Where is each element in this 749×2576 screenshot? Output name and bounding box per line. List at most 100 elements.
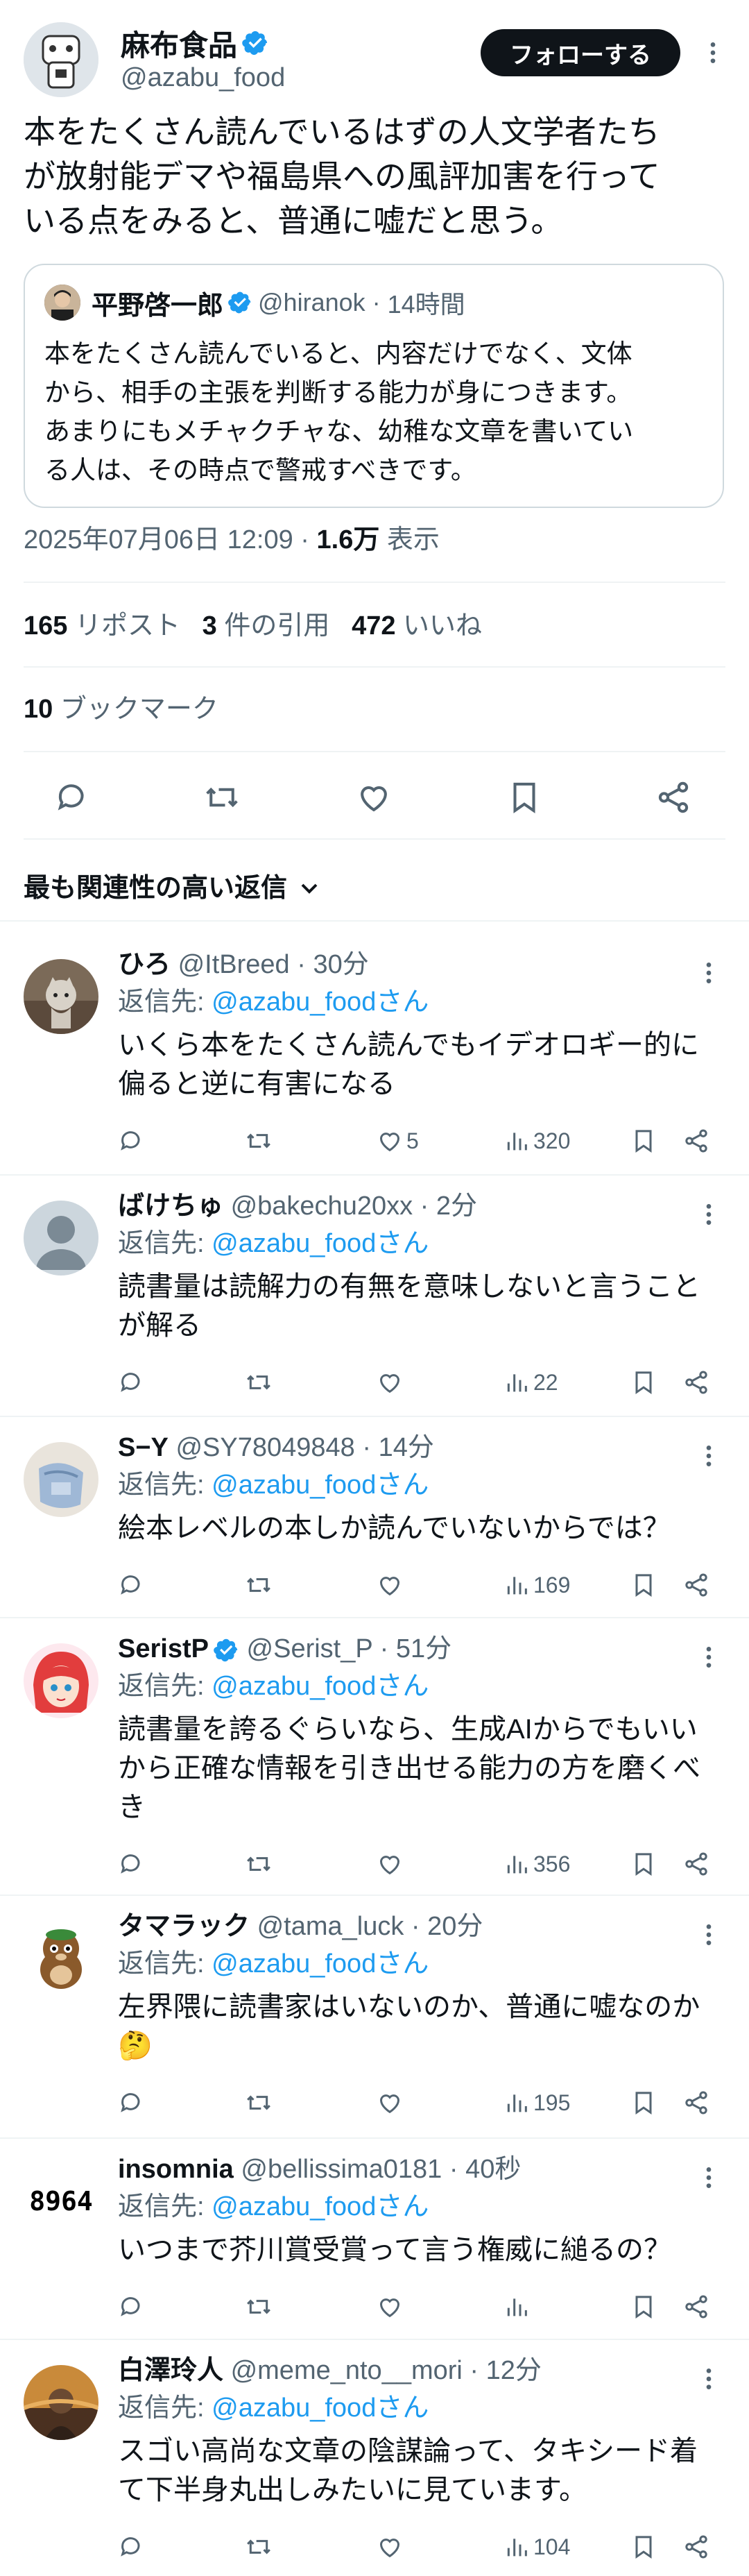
reply-author-name[interactable]: SeristP	[118, 1634, 209, 1663]
reply-avatar[interactable]	[24, 1201, 98, 1276]
reply-author-handle[interactable]: @ItBreed	[178, 950, 290, 979]
views-button[interactable]: 169	[503, 1564, 570, 1606]
reply-author-name[interactable]: 白澤玲人	[118, 2356, 223, 2385]
reply-author-handle[interactable]: @Serist_P	[247, 1634, 373, 1663]
like-button[interactable]	[376, 2082, 406, 2124]
author-handle[interactable]: @azabu_food	[121, 61, 285, 94]
more-options-icon[interactable]	[695, 1921, 723, 1949]
reply-author-handle[interactable]: @SY78049848	[175, 1433, 354, 1462]
reply-to-mention[interactable]: @azabu_foodさん	[212, 1229, 429, 1258]
repost-button[interactable]	[245, 1120, 273, 1162]
bookmarks-stat[interactable]: 10 ブックマーク	[24, 691, 218, 727]
more-options-icon[interactable]	[699, 39, 727, 67]
bookmark-button[interactable]	[630, 1120, 657, 1162]
views-button[interactable]: 195	[503, 2082, 570, 2124]
reply-author-handle[interactable]: @meme_nto__mori	[231, 2356, 463, 2385]
more-options-icon[interactable]	[695, 1442, 723, 1470]
reply-to-mention[interactable]: @azabu_foodさん	[212, 2192, 429, 2221]
like-button[interactable]	[376, 1843, 406, 1885]
reply-author-name[interactable]: S−Y	[118, 1433, 169, 1462]
share-button[interactable]	[682, 2526, 710, 2568]
reply-button[interactable]	[118, 1564, 146, 1606]
reply-button[interactable]	[118, 2082, 146, 2124]
like-icon[interactable]	[355, 779, 393, 816]
more-options-icon[interactable]	[695, 959, 723, 987]
repost-button[interactable]	[245, 2286, 273, 2328]
repost-button[interactable]	[245, 1564, 273, 1606]
reposts-stat[interactable]: 165 リポスト	[24, 611, 180, 641]
reply-author-name[interactable]: タマラック	[118, 1912, 250, 1941]
views-button[interactable]: 22	[503, 1362, 558, 1403]
reply-button[interactable]	[118, 2286, 146, 2328]
likes-stat[interactable]: 472 いいね	[352, 611, 482, 641]
reply-avatar[interactable]	[24, 959, 98, 1034]
reply-avatar[interactable]: 8964	[24, 2164, 98, 2239]
views-button[interactable]	[503, 2286, 533, 2328]
reply-to-mention[interactable]: @azabu_foodさん	[212, 1471, 429, 1500]
reply-author-handle[interactable]: @tama_luck	[257, 1912, 404, 1941]
reply-time[interactable]: 14分	[379, 1433, 434, 1462]
follow-button[interactable]: フォローする	[481, 29, 680, 76]
reply-time[interactable]: 12分	[486, 2356, 542, 2385]
repost-button[interactable]	[245, 1362, 273, 1403]
quotes-stat[interactable]: 3 件の引用	[203, 611, 330, 641]
share-button[interactable]	[682, 2286, 710, 2328]
reply-to-mention[interactable]: @azabu_foodさん	[212, 988, 429, 1017]
reply-sort-dropdown[interactable]: 最も関連性の高い返信	[24, 870, 323, 906]
like-button[interactable]	[376, 1362, 406, 1403]
author-avatar[interactable]	[24, 22, 98, 97]
reply-time[interactable]: 2分	[436, 1192, 477, 1221]
reply-icon[interactable]	[54, 779, 92, 816]
reply-to-mention[interactable]: @azabu_foodさん	[212, 1949, 429, 1978]
bookmark-button[interactable]	[630, 2286, 657, 2328]
post-timestamp[interactable]: 2025年07月06日 12:09	[24, 525, 293, 554]
reply-time[interactable]: 40秒	[465, 2155, 521, 2184]
reply-button[interactable]	[118, 1843, 146, 1885]
reply-avatar[interactable]	[24, 1643, 98, 1718]
share-icon[interactable]	[655, 779, 692, 816]
views-button[interactable]: 104	[503, 2526, 570, 2568]
share-button[interactable]	[682, 1843, 710, 1885]
reply-to-mention[interactable]: @azabu_foodさん	[212, 1672, 429, 1701]
like-button[interactable]	[376, 1564, 406, 1606]
share-button[interactable]	[682, 1564, 710, 1606]
reply-author-name[interactable]: ひろ	[118, 950, 171, 979]
bookmark-button[interactable]	[630, 1843, 657, 1885]
more-options-icon[interactable]	[695, 1201, 723, 1228]
quoted-post-card[interactable]: 平野啓一郎 @hiranok · 14時間 本をたくさん読んでいると、内容だけで…	[24, 264, 724, 508]
reply-author-name[interactable]: insomnia	[118, 2155, 234, 2184]
reply-button[interactable]	[118, 1120, 146, 1162]
repost-icon[interactable]	[203, 779, 241, 816]
more-options-icon[interactable]	[695, 2365, 723, 2393]
reply-time[interactable]: 30分	[313, 950, 368, 979]
share-button[interactable]	[682, 1362, 710, 1403]
repost-button[interactable]	[245, 2526, 273, 2568]
reply-avatar[interactable]	[24, 1442, 98, 1517]
bookmark-button[interactable]	[630, 1564, 657, 1606]
bookmark-button[interactable]	[630, 2526, 657, 2568]
repost-button[interactable]	[245, 1843, 273, 1885]
reply-author-name[interactable]: ばけちゅ	[118, 1192, 223, 1221]
like-button[interactable]	[376, 2286, 406, 2328]
more-options-icon[interactable]	[695, 2164, 723, 2192]
reply-avatar[interactable]	[24, 1921, 98, 1996]
reply-button[interactable]	[118, 2526, 146, 2568]
reply-time[interactable]: 20分	[427, 1912, 483, 1941]
reply-time[interactable]: 51分	[396, 1634, 451, 1663]
reply-to-mention[interactable]: @azabu_foodさん	[212, 2393, 429, 2423]
share-button[interactable]	[682, 2082, 710, 2124]
author-name[interactable]: 麻布食品	[121, 22, 237, 65]
views-button[interactable]: 356	[503, 1843, 570, 1885]
reply-author-handle[interactable]: @bakechu20xx	[231, 1192, 413, 1221]
reply-button[interactable]	[118, 1362, 146, 1403]
views-button[interactable]: 320	[503, 1120, 570, 1162]
reply-avatar[interactable]	[24, 2365, 98, 2440]
bookmark-button[interactable]	[630, 1362, 657, 1403]
like-button[interactable]	[376, 2526, 406, 2568]
repost-button[interactable]	[245, 2082, 273, 2124]
bookmark-button[interactable]	[630, 2082, 657, 2124]
share-button[interactable]	[682, 1120, 710, 1162]
more-options-icon[interactable]	[695, 1643, 723, 1671]
bookmark-icon[interactable]	[506, 779, 543, 816]
like-button[interactable]: 5	[376, 1120, 419, 1162]
